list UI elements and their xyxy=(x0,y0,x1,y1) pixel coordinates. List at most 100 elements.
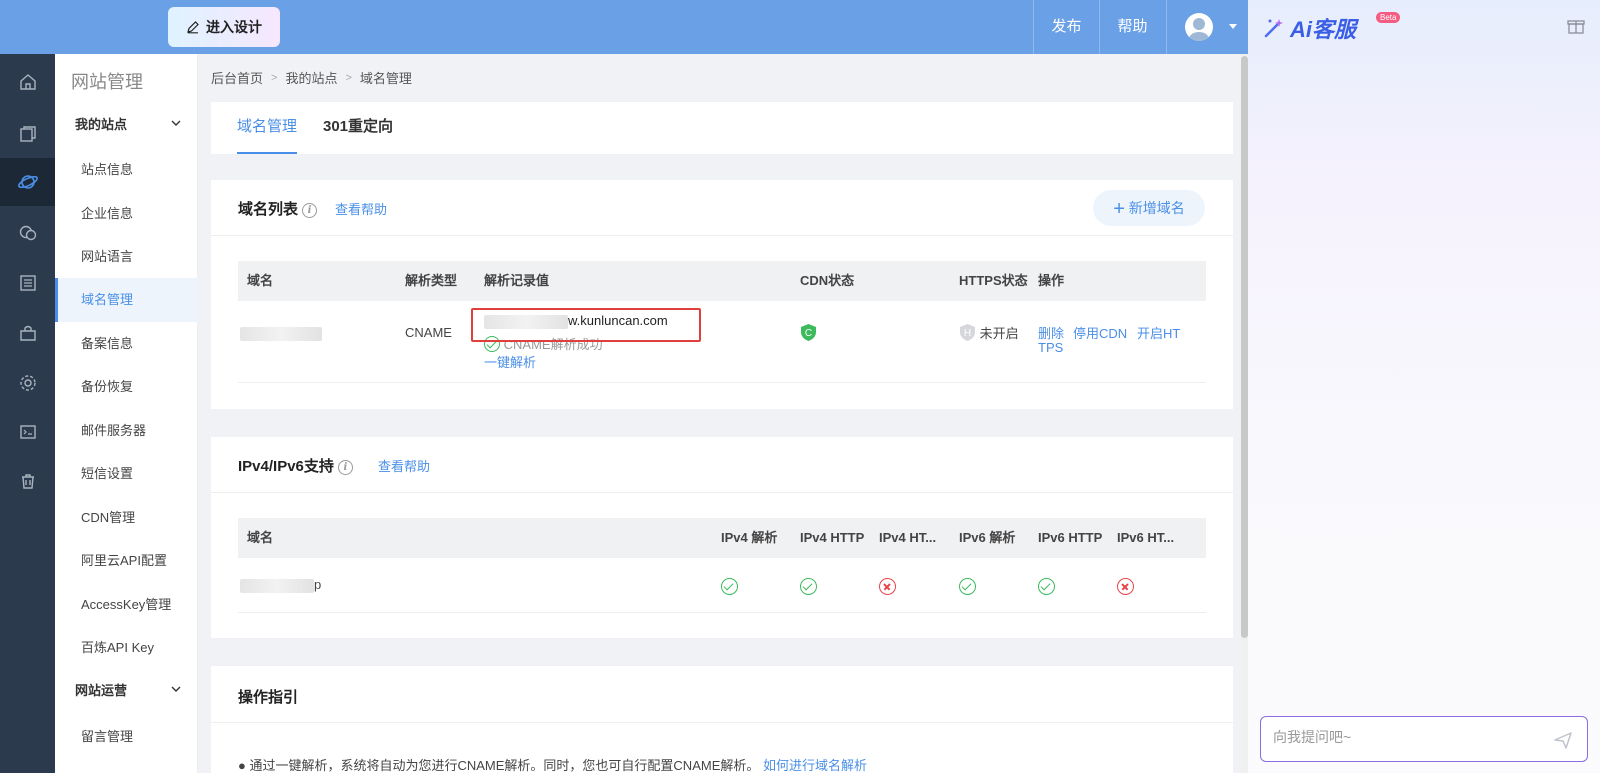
column-header: 操作 xyxy=(1038,273,1065,288)
check-circle-icon xyxy=(1038,578,1055,595)
scrollbar-thumb[interactable] xyxy=(1241,56,1248,638)
enter-design-button[interactable]: 进入设计 xyxy=(168,7,280,47)
user-menu[interactable] xyxy=(1166,0,1248,54)
nav-store[interactable] xyxy=(0,309,55,357)
nav-list[interactable] xyxy=(0,259,55,307)
guide-text: ● 通过一键解析，系统将自动为您进行CNAME解析。同时，您也可自行配置CNAM… xyxy=(238,758,867,773)
cdn-status: C xyxy=(800,323,817,345)
error-circle-icon xyxy=(879,578,896,595)
sidebar-item-aliyun-api[interactable]: 阿里云API配置 xyxy=(55,539,198,583)
terminal-icon xyxy=(19,425,36,439)
tab-301-redirect[interactable]: 301重定向 xyxy=(323,102,393,154)
trash-icon xyxy=(21,474,34,489)
ipv-support-card: IPv4/IPv6支持 i 查看帮助 域名 IPv4 解析 IPv4 HTTP I… xyxy=(211,437,1233,638)
table-row: p xyxy=(238,558,1206,613)
domain-resolve-help-link[interactable]: 如何进行域名解析 xyxy=(763,758,867,773)
card-header: 操作指引 xyxy=(211,666,1233,723)
avatar[interactable] xyxy=(1185,13,1213,41)
domain-list-card: 域名列表 i 查看帮助 + 新增域名 域名 解析类型 解析记录值 CDN状态 HT… xyxy=(211,180,1233,409)
help-button[interactable]: 帮助 xyxy=(1099,0,1165,54)
sidebar-item-icp[interactable]: 备案信息 xyxy=(55,322,198,366)
breadcrumb-home[interactable]: 后台首页 xyxy=(211,68,263,87)
main-content: 后台首页 > 我的站点 > 域名管理 域名管理 301重定向 域名列表 i 查看帮… xyxy=(198,54,1240,773)
chevron-right-icon: > xyxy=(271,71,278,84)
chevron-down-icon xyxy=(171,686,181,692)
help-link[interactable]: 查看帮助 xyxy=(335,199,387,218)
sidebar-item-site-info[interactable]: 站点信息 xyxy=(55,148,198,192)
tab-domain-management[interactable]: 域名管理 xyxy=(237,102,298,154)
card-title: IPv4/IPv6支持 i xyxy=(238,455,353,476)
home-icon xyxy=(19,74,36,90)
nav-settings[interactable] xyxy=(0,359,55,407)
gift-icon[interactable] xyxy=(1567,17,1585,35)
gear-icon xyxy=(19,375,36,391)
store-icon xyxy=(19,325,36,341)
info-icon[interactable]: i xyxy=(337,459,353,475)
sidebar-item-mail[interactable]: 邮件服务器 xyxy=(55,409,198,453)
card-title: 操作指引 xyxy=(238,689,299,706)
sidebar-item-cdn[interactable]: CDN管理 xyxy=(55,496,198,540)
type-cell: CNAME xyxy=(405,325,452,340)
nav-console[interactable] xyxy=(0,408,55,456)
top-bar: 进入设计 发布 帮助 xyxy=(0,0,1248,54)
pages-icon xyxy=(19,126,36,142)
nav-website[interactable] xyxy=(0,158,55,206)
nav-messages[interactable] xyxy=(0,209,55,257)
column-header: 解析类型 xyxy=(405,273,458,288)
edit-icon xyxy=(187,21,199,34)
nav-pages[interactable] xyxy=(0,110,55,158)
tab-bar: 域名管理 301重定向 xyxy=(211,102,1233,154)
breadcrumb-sites[interactable]: 我的站点 xyxy=(285,68,337,87)
group-label: 我的站点 xyxy=(75,117,128,132)
sidebar-item-domain[interactable]: 域名管理 xyxy=(55,278,198,322)
secondary-nav: 网站管理 我的站点 站点信息 企业信息 网站语言 域名管理 备案信息 备份恢复 … xyxy=(55,54,198,773)
sidebar-item-accesskey[interactable]: AccessKey管理 xyxy=(55,583,198,627)
help-link[interactable]: 查看帮助 xyxy=(378,456,430,475)
column-header: IPv4 解析 xyxy=(721,530,778,545)
highlight-box xyxy=(471,308,701,342)
card-header: IPv4/IPv6支持 i 查看帮助 xyxy=(211,437,1233,493)
nav-trash[interactable] xyxy=(0,457,55,505)
column-header: 解析记录值 xyxy=(484,273,550,288)
send-icon[interactable] xyxy=(1553,730,1573,750)
info-icon[interactable]: i xyxy=(302,202,318,218)
plus-icon: + xyxy=(1113,198,1125,220)
sidebar-item-company-info[interactable]: 企业信息 xyxy=(55,192,198,236)
chevron-right-icon: > xyxy=(345,71,352,84)
ai-assistant-panel: Ai客服 Beta xyxy=(1248,0,1600,773)
table-header: 域名 解析类型 解析记录值 CDN状态 HTTPS状态 操作 xyxy=(238,261,1206,301)
group-my-sites[interactable]: 我的站点 xyxy=(55,105,198,145)
chevron-down-icon xyxy=(171,120,181,126)
shield-off-icon: H xyxy=(960,324,975,341)
card-title: 域名列表 i xyxy=(238,198,318,219)
publish-button[interactable]: 发布 xyxy=(1033,0,1099,54)
nav-home[interactable] xyxy=(0,58,55,106)
column-header: HTTPS状态 xyxy=(959,273,1028,288)
check-circle-icon xyxy=(721,578,738,595)
disable-cdn-link[interactable]: 停用CDN xyxy=(1073,323,1127,342)
sidebar-item-backup[interactable]: 备份恢复 xyxy=(55,365,198,409)
https-status: H 未开启 xyxy=(959,323,1019,342)
enable-https-link[interactable]: 开启HT xyxy=(1137,323,1180,342)
table-row: CNAME w.kunluncan.com CNAME解析成功 一键解析 C H… xyxy=(238,301,1206,383)
enable-https-link-cont[interactable]: TPS xyxy=(1038,340,1063,355)
column-header: 域名 xyxy=(247,530,274,545)
column-header: IPv4 HT... xyxy=(879,530,937,545)
sidebar-item-bailian-key[interactable]: 百炼API Key xyxy=(55,626,198,670)
group-operations[interactable]: 网站运营 xyxy=(55,671,198,711)
table-header: 域名 IPv4 解析 IPv4 HTTP IPv4 HT... IPv6 解析 … xyxy=(238,518,1206,558)
sidebar-item-sms[interactable]: 短信设置 xyxy=(55,452,198,496)
svg-text:H: H xyxy=(964,328,971,339)
sidebar-item-messages[interactable]: 留言管理 xyxy=(55,715,198,759)
scrollbar[interactable] xyxy=(1241,54,1248,773)
column-header: 域名 xyxy=(247,273,274,288)
sidebar-item-language[interactable]: 网站语言 xyxy=(55,235,198,279)
ai-chat-input[interactable] xyxy=(1273,729,1533,745)
one-click-resolve-link[interactable]: 一键解析 xyxy=(484,352,536,371)
ai-logo: Ai客服 xyxy=(1262,12,1356,44)
column-header: CDN状态 xyxy=(800,273,855,288)
add-domain-button[interactable]: + 新增域名 xyxy=(1093,190,1205,226)
enter-design-label: 进入设计 xyxy=(206,19,262,35)
guide-card: 操作指引 ● 通过一键解析，系统将自动为您进行CNAME解析。同时，您也可自行配… xyxy=(211,666,1233,773)
shield-icon: C xyxy=(801,324,816,341)
